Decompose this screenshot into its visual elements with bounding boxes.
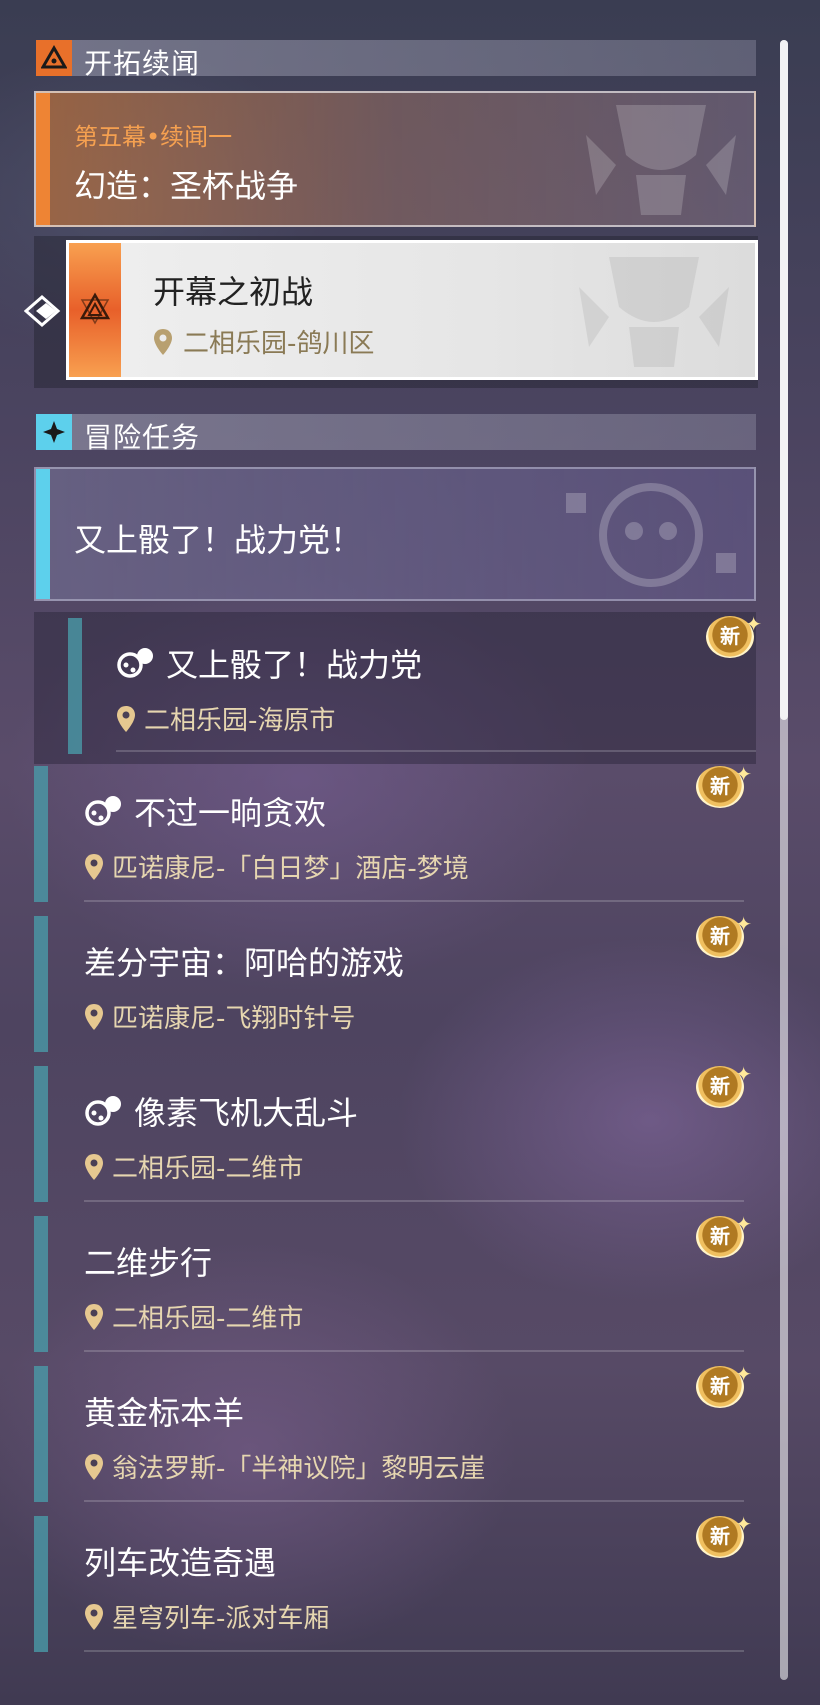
- quest-type-stripe: [69, 243, 121, 377]
- section-title: 开拓续闻: [84, 47, 201, 80]
- quest-title: 差分宇宙：阿哈的游戏: [84, 938, 404, 984]
- story-accent-bar: [36, 93, 50, 225]
- quest-name: 黄金标本羊: [84, 1394, 245, 1432]
- list-item[interactable]: 不过一晌贪欢 匹诺康尼-「白日梦」酒店-梦境: [34, 766, 758, 906]
- quest-location: 匹诺康尼-「白日梦」酒店-梦境: [84, 848, 469, 885]
- quest-name: 又上骰了！战力党: [166, 646, 423, 684]
- new-badge: 新 ✦: [696, 912, 752, 962]
- quest-location: 二相乐园-二维市: [84, 1298, 303, 1335]
- section-header-trailblaze: 开拓续闻: [36, 40, 756, 80]
- quest-location: 翁法罗斯-「半神议院」黎明云崖: [84, 1448, 485, 1485]
- location-pin-icon: [154, 328, 172, 355]
- adventure-group-card[interactable]: 又上骰了！战力党！: [34, 467, 756, 601]
- quest-title: 黄金标本羊: [84, 1388, 244, 1434]
- story-title: 幻造：圣杯战争: [74, 167, 299, 205]
- quest-accent-bar: [34, 1066, 48, 1202]
- quest-title: 列车改造奇遇: [84, 1538, 276, 1584]
- list-item[interactable]: 又上骰了！战力党 二相乐园-海原市: [68, 618, 758, 758]
- scrollbar-thumb[interactable]: [780, 40, 788, 720]
- quest-accent-bar: [34, 1216, 48, 1352]
- list-item[interactable]: 像素飞机大乱斗 二相乐园-二维市: [34, 1066, 758, 1206]
- new-badge: 新 ✦: [696, 1512, 752, 1562]
- adventure-accent-bar: [36, 469, 50, 599]
- new-badge: 新 ✦: [696, 1062, 752, 1112]
- divider: [116, 750, 756, 752]
- quest-title: 不过一晌贪欢: [84, 788, 326, 834]
- divider: [84, 1200, 744, 1202]
- quest-location: 二相乐园-二维市: [84, 1148, 303, 1185]
- list-item[interactable]: 二维步行 二相乐园-二维市: [34, 1216, 758, 1356]
- location-pin-icon: [85, 1453, 103, 1480]
- quest-accent-bar: [68, 618, 82, 754]
- list-item[interactable]: 列车改造奇遇 星穹列车-派对车厢: [34, 1516, 758, 1656]
- selected-quest-card[interactable]: 开幕之初战 二相乐园-鸽川区: [66, 240, 758, 380]
- trailblaze-quest-icon: [79, 292, 111, 325]
- adventure-group-title: 又上骰了！战力党！: [74, 521, 363, 559]
- location-text: 二相乐园-二维市: [112, 1154, 304, 1184]
- location-pin-icon: [117, 705, 135, 732]
- quest-accent-bar: [34, 916, 48, 1052]
- divider: [84, 1650, 744, 1652]
- location-pin-icon: [85, 853, 103, 880]
- quest-title: 又上骰了！战力党: [116, 640, 422, 686]
- dice-icon: [85, 1096, 121, 1126]
- location-text: 翁法罗斯-「半神议院」黎明云崖: [112, 1454, 486, 1484]
- new-badge: 新 ✦: [696, 1212, 752, 1262]
- quest-title: 二维步行: [84, 1238, 212, 1284]
- section-header-adventure: 冒险任务: [36, 414, 756, 454]
- location-text: 二相乐园-鸽川区: [183, 329, 375, 359]
- new-badge: 新 ✦: [696, 1362, 752, 1412]
- adventure-icon: [36, 414, 72, 450]
- chess-emblem-icon: [586, 105, 736, 215]
- selected-quest-name: 开幕之初战: [153, 273, 314, 311]
- quest-name: 像素飞机大乱斗: [134, 1094, 359, 1132]
- dice-icon: [117, 648, 153, 678]
- trailblaze-icon: [36, 40, 72, 76]
- quest-title: 像素飞机大乱斗: [84, 1088, 358, 1134]
- quest-location: 星穹列车-派对车厢: [84, 1598, 329, 1635]
- chess-emblem-icon: [579, 257, 729, 367]
- location-pin-icon: [85, 1303, 103, 1330]
- story-card[interactable]: 第五幕•续闻一 幻造：圣杯战争: [34, 91, 756, 227]
- list-item[interactable]: 黄金标本羊 翁法罗斯-「半神议院」黎明云崖: [34, 1366, 758, 1506]
- quest-accent-bar: [34, 766, 48, 902]
- location-text: 匹诺康尼-「白日梦」酒店-梦境: [112, 854, 469, 884]
- location-text: 二相乐园-二维市: [112, 1304, 304, 1334]
- quest-name: 二维步行: [84, 1244, 213, 1282]
- story-act-label: 第五幕•续闻一: [74, 123, 233, 151]
- quest-name: 不过一晌贪欢: [134, 794, 327, 832]
- selection-arrow-icon: [24, 295, 61, 327]
- divider: [84, 1500, 744, 1502]
- location-text: 二相乐园-海原市: [144, 706, 336, 736]
- location-pin-icon: [85, 1003, 103, 1030]
- quest-location: 匹诺康尼-飞翔时针号: [84, 998, 355, 1035]
- mascot-emblem-icon: [566, 483, 736, 587]
- quest-name: 差分宇宙：阿哈的游戏: [84, 944, 405, 982]
- quest-location: 二相乐园-海原市: [116, 700, 335, 737]
- selected-quest-location: 二相乐园-鸽川区: [153, 323, 374, 360]
- location-text: 星穹列车-派对车厢: [112, 1604, 330, 1634]
- divider: [84, 1350, 744, 1352]
- new-badge: 新 ✦: [696, 762, 752, 812]
- location-text: 匹诺康尼-飞翔时针号: [112, 1004, 356, 1034]
- dice-icon: [85, 796, 121, 826]
- location-pin-icon: [85, 1603, 103, 1630]
- location-pin-icon: [85, 1153, 103, 1180]
- quest-accent-bar: [34, 1366, 48, 1502]
- divider: [84, 900, 744, 902]
- list-item[interactable]: 差分宇宙：阿哈的游戏 匹诺康尼-飞翔时针号: [34, 916, 758, 1056]
- scrollbar[interactable]: [780, 40, 788, 1680]
- new-badge: 新 ✦: [706, 612, 762, 662]
- quest-name: 列车改造奇遇: [84, 1544, 277, 1582]
- section-title: 冒险任务: [84, 421, 201, 454]
- quest-accent-bar: [34, 1516, 48, 1652]
